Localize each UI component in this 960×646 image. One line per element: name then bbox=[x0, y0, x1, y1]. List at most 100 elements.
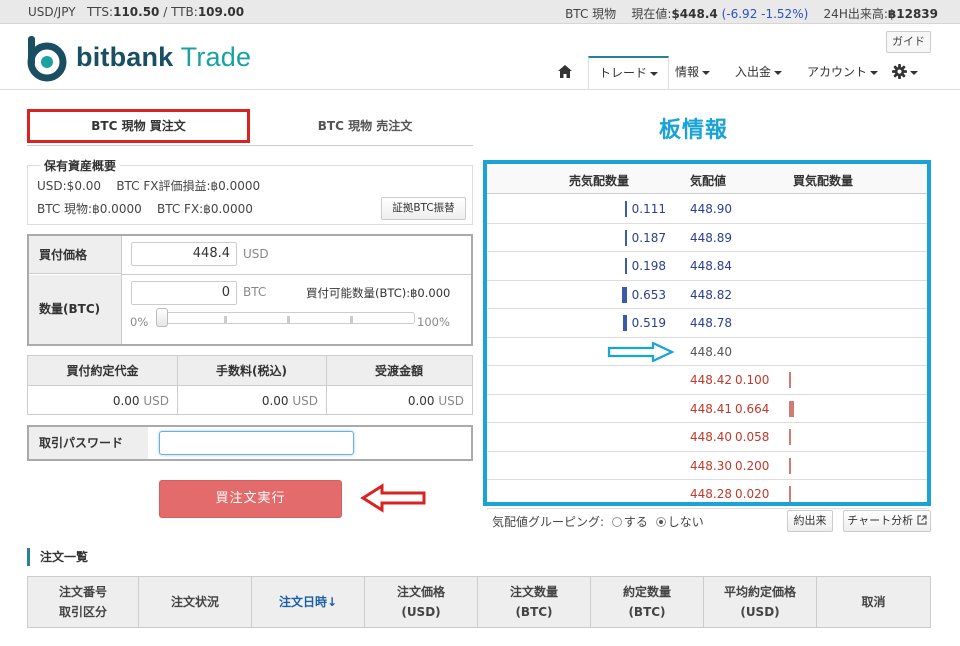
summary-header-cost: 買付約定代金 bbox=[28, 356, 177, 386]
buy-execute-button[interactable]: 買注文実行 bbox=[159, 480, 342, 518]
orders-col-header-7: 取消 bbox=[817, 577, 930, 627]
orders-col-header-line: 平均約定価格 bbox=[723, 585, 796, 599]
slider-tick bbox=[287, 316, 290, 324]
bid-row[interactable]: 448.42 0.100 bbox=[487, 366, 927, 395]
nav-deposit-label: 入出金 bbox=[735, 65, 772, 79]
grouping-label: 気配値グルーピング: bbox=[492, 515, 605, 529]
quantity-slider[interactable] bbox=[157, 312, 415, 324]
tab-sell-order[interactable]: BTC 現物 売注文 bbox=[252, 109, 478, 143]
ask-price: 448.84 bbox=[690, 259, 732, 273]
form-divider bbox=[121, 274, 471, 275]
bid-quantity: 0.020 bbox=[735, 487, 770, 501]
bid-row[interactable]: 448.40 0.058 bbox=[487, 423, 927, 452]
chart-analysis-button[interactable]: チャート分析 bbox=[843, 510, 931, 532]
nav-divider bbox=[0, 89, 960, 90]
evidence-transfer-button[interactable]: 証拠BTC振替 bbox=[381, 197, 466, 220]
summary-cost-amount: 0.00 bbox=[112, 394, 140, 408]
bid-row[interactable]: 448.28 0.020 bbox=[487, 480, 927, 509]
quantity-input[interactable]: 0 bbox=[131, 281, 237, 305]
orders-col-header-3: 注文価格 (USD) bbox=[365, 577, 478, 627]
orders-col-header-line: (USD) bbox=[740, 605, 780, 619]
bid-price: 448.40 bbox=[690, 430, 732, 444]
asset-row-2: BTC 現物:฿0.0000 BTC FX:฿0.0000 bbox=[37, 200, 253, 217]
bid-depth-bar bbox=[789, 429, 791, 445]
nav-account[interactable]: アカウント bbox=[807, 56, 879, 90]
orders-col-header-text: 取消 bbox=[861, 592, 885, 612]
quantity-unit: BTC bbox=[243, 285, 267, 299]
ask-price: 448.90 bbox=[690, 202, 732, 216]
summary-total-value: 0.00 USD bbox=[326, 387, 472, 415]
orders-col-header-line: 取引区分 bbox=[58, 605, 107, 619]
ttb-label: / TTB: bbox=[163, 5, 198, 19]
bid-quantity: 0.100 bbox=[735, 373, 770, 387]
slider-tick bbox=[224, 316, 227, 324]
ask-row[interactable]: 0.519 448.78 bbox=[487, 309, 927, 338]
orders-col-header-6: 平均約定価格 (USD) bbox=[704, 577, 817, 627]
ask-depth-bar bbox=[625, 258, 627, 274]
bid-depth-bar bbox=[789, 400, 794, 417]
quantity-field-label: 数量(BTC) bbox=[29, 275, 121, 344]
orderbook: 売気配数量 気配値 買気配数量 0.111 448.90 0.187 448.89 0.… bbox=[483, 160, 931, 509]
market-summary: BTC 現物 現在値:$448.4 (-6.92 -1.52%) 24H出来高:… bbox=[565, 5, 938, 22]
gear-icon bbox=[892, 64, 907, 79]
chevron-down-icon bbox=[650, 71, 659, 76]
grouping-off-label[interactable]: しない bbox=[668, 515, 704, 529]
chevron-down-icon bbox=[774, 70, 783, 75]
bitbank-logo[interactable]: bitbank Trade bbox=[26, 34, 266, 82]
home-nav[interactable] bbox=[558, 56, 572, 90]
grouping-control: 気配値グルーピング: する しない bbox=[492, 513, 704, 530]
bid-row[interactable]: 448.41 0.664 bbox=[487, 395, 927, 423]
ask-depth-bar bbox=[625, 201, 627, 217]
tab-divider bbox=[27, 145, 473, 146]
ask-row[interactable]: 0.653 448.82 bbox=[487, 281, 927, 309]
grouping-on-radio[interactable] bbox=[611, 517, 622, 527]
summary-fee-value: 0.00 USD bbox=[177, 387, 326, 415]
nav-deposit[interactable]: 入出金 bbox=[735, 56, 783, 90]
trades-button[interactable]: 約出来 bbox=[787, 510, 833, 532]
grouping-off-radio[interactable] bbox=[655, 517, 666, 527]
nav-info[interactable]: 情報 bbox=[675, 56, 711, 90]
password-row: 取引パスワード bbox=[27, 425, 473, 461]
bid-quantity: 0.058 bbox=[735, 430, 770, 444]
password-input[interactable] bbox=[159, 431, 354, 455]
orders-col-header-text: 約定数量 (BTC) bbox=[623, 582, 671, 622]
orders-table: 注文番号 取引区分 注文状況 注文日時↓ 注文価格 (USD) 注文数量 (BTC) 約定数量 (… bbox=[27, 576, 931, 628]
btc-fx-balance: BTC FX:฿0.0000 bbox=[157, 202, 253, 216]
orderbook-header: 売気配数量 気配値 買気配数量 bbox=[487, 164, 927, 194]
ticker-bar: USD/JPY TTS:110.50 / TTB:109.00 BTC 現物 現… bbox=[0, 0, 960, 24]
tab-buy-order[interactable]: BTC 現物 買注文 bbox=[27, 109, 250, 143]
ask-depth-bar bbox=[622, 286, 627, 303]
orders-col-header-line: 取消 bbox=[861, 595, 886, 609]
fx-profit-loss: BTC FX評価損益:฿0.0000 bbox=[116, 179, 261, 193]
nav-trade-label: トレード bbox=[599, 66, 648, 80]
orders-col-header-text: 注文番号 取引区分 bbox=[59, 582, 107, 622]
summary-fee-unit: USD bbox=[292, 394, 318, 408]
grouping-on-label[interactable]: する bbox=[624, 515, 648, 529]
ask-row[interactable]: 0.198 448.84 bbox=[487, 252, 927, 281]
slider-handle[interactable] bbox=[156, 308, 168, 327]
logo-word-trade: Trade bbox=[180, 42, 252, 72]
summary-header-total: 受渡金額 bbox=[326, 356, 472, 386]
orders-col-header-4: 注文数量 (BTC) bbox=[478, 577, 591, 627]
nav-trade[interactable]: トレード bbox=[588, 56, 670, 90]
ask-row[interactable]: 0.187 448.89 bbox=[487, 224, 927, 252]
price-unit: USD bbox=[243, 247, 269, 261]
orders-col-header-text: 注文日時↓ bbox=[279, 592, 337, 612]
price-input[interactable]: 448.4 bbox=[131, 242, 237, 266]
guide-button[interactable]: ガイド bbox=[886, 31, 931, 53]
bid-row[interactable]: 448.30 0.200 bbox=[487, 452, 927, 480]
orders-col-header-5: 約定数量 (BTC) bbox=[591, 577, 704, 627]
summary-cost-value: 0.00 USD bbox=[28, 387, 177, 415]
nav-info-label: 情報 bbox=[675, 65, 700, 79]
ask-price: 448.82 bbox=[690, 287, 732, 302]
orders-col-header-line: (USD) bbox=[401, 605, 441, 619]
ask-quantity: 0.198 bbox=[631, 259, 666, 273]
ask-row[interactable]: 0.111 448.90 bbox=[487, 195, 927, 224]
usd-balance: USD:$0.00 bbox=[37, 179, 102, 193]
form-divider bbox=[121, 236, 122, 344]
ask-price: 448.78 bbox=[690, 316, 732, 330]
settings-nav[interactable] bbox=[892, 56, 918, 90]
price-header: 気配値 bbox=[690, 174, 727, 188]
bid-price: 448.42 bbox=[690, 373, 732, 387]
orders-col-header-2[interactable]: 注文日時↓ bbox=[252, 577, 365, 627]
